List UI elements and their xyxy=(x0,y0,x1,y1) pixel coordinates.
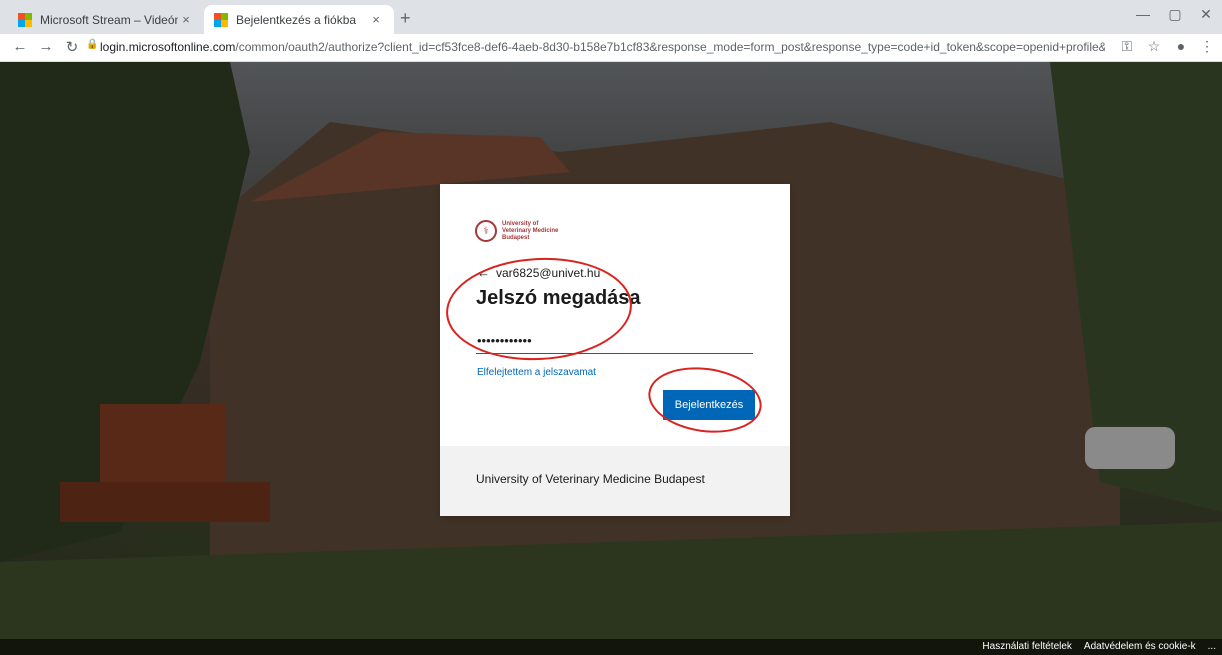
close-window-icon[interactable]: ✕ xyxy=(1196,6,1216,23)
sign-in-card: ⚕ University of Veterinary Medicine Buda… xyxy=(440,184,790,516)
university-seal-icon: ⚕ xyxy=(475,220,497,242)
password-field[interactable] xyxy=(476,328,753,354)
browser-toolbar: ← → ↻ 🔒 login.microsoftonline.com/common… xyxy=(0,34,1222,62)
key-icon[interactable]: ⚿ xyxy=(1118,38,1136,55)
back-icon[interactable]: ← xyxy=(10,38,30,55)
back-arrow-icon: ← xyxy=(477,265,490,280)
tab-title: Microsoft Stream – Videómegos xyxy=(40,12,178,27)
tab-title: Bejelentkezés a fiókba xyxy=(236,12,357,27)
tab-sign-in[interactable]: Bejelentkezés a fiókba × xyxy=(204,5,394,34)
menu-icon[interactable]: ⋮ xyxy=(1198,38,1216,55)
page-title: Jelszó megadása xyxy=(476,287,641,309)
more-options-button[interactable]: ... xyxy=(1208,641,1216,652)
microsoft-logo-icon xyxy=(18,12,32,27)
close-tab-icon[interactable]: × xyxy=(178,12,194,27)
page-footer: Használati feltételek Adatvédelem és coo… xyxy=(0,639,1222,655)
privacy-link[interactable]: Adatvédelem és cookie-k xyxy=(1084,641,1196,652)
restore-icon[interactable]: ▢ xyxy=(1165,6,1185,23)
browser-tab-bar: Microsoft Stream – Videómegos × Bejelent… xyxy=(0,0,1222,34)
new-tab-button[interactable]: + xyxy=(400,8,411,29)
url-host: login.microsoftonline.com xyxy=(100,40,236,54)
organization-name: University of Veterinary Medicine Budape… xyxy=(476,472,705,486)
minimize-icon[interactable]: — xyxy=(1133,6,1153,22)
account-email: var6825@univet.hu xyxy=(496,265,601,280)
logo-text: University of Veterinary Medicine Budape… xyxy=(502,220,559,241)
account-back-button[interactable]: ← var6825@univet.hu xyxy=(477,265,600,280)
sign-in-button[interactable]: Bejelentkezés xyxy=(663,390,755,420)
url-path: /common/oauth2/authorize?client_id=cf53f… xyxy=(235,40,1105,54)
address-bar[interactable]: login.microsoftonline.com/common/oauth2/… xyxy=(100,40,1105,54)
profile-icon[interactable]: ● xyxy=(1172,38,1190,54)
microsoft-logo-icon xyxy=(214,12,228,27)
forward-icon[interactable]: → xyxy=(36,38,56,55)
tab-microsoft-stream[interactable]: Microsoft Stream – Videómegos × xyxy=(8,5,204,34)
reload-icon[interactable]: ↻ xyxy=(62,38,82,56)
organization-footer: University of Veterinary Medicine Budape… xyxy=(440,446,790,516)
close-tab-icon[interactable]: × xyxy=(368,12,384,27)
sign-in-page: ⚕ University of Veterinary Medicine Buda… xyxy=(0,62,1222,655)
organization-logo: ⚕ University of Veterinary Medicine Buda… xyxy=(475,220,558,242)
lock-icon[interactable]: 🔒 xyxy=(86,39,98,50)
forgot-password-link[interactable]: Elfelejtettem a jelszavamat xyxy=(477,367,596,378)
star-icon[interactable]: ☆ xyxy=(1145,38,1163,55)
terms-link[interactable]: Használati feltételek xyxy=(982,641,1072,652)
